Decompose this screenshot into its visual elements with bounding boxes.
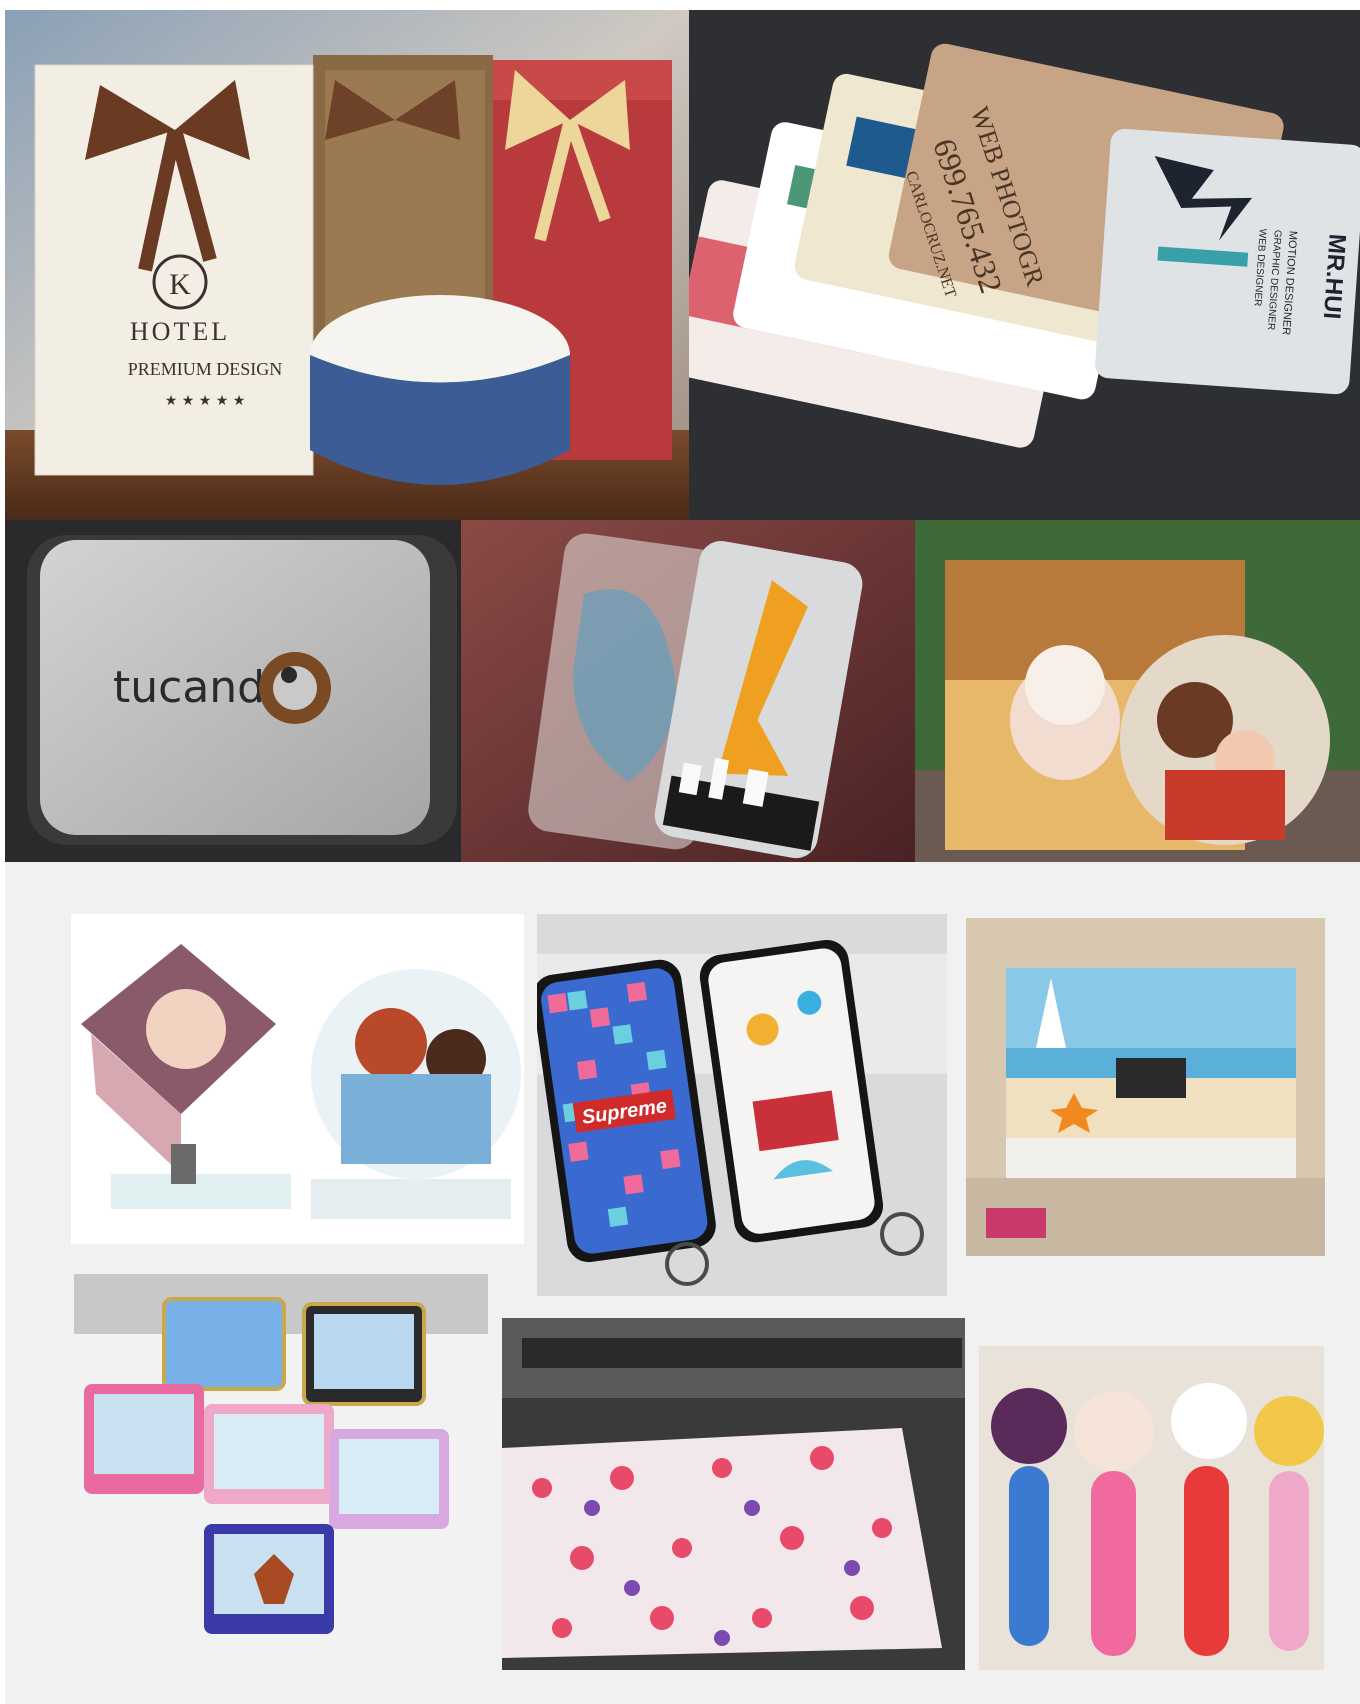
photo-gift-boxes: K HOTEL PREMIUM DESIGN ★ ★ ★ ★ ★ (5, 10, 689, 520)
photo-crystal-blocks (915, 520, 1360, 862)
photo-printed-phone-cases: Supreme (537, 914, 947, 1296)
photo-cartoon-bookmarks (979, 1346, 1324, 1670)
hotel-brand: HOTEL (130, 317, 230, 346)
photo-flatbed-printer (502, 1318, 965, 1670)
photo-wall-mural (966, 918, 1325, 1256)
photo-business-cards: WEB PHOTOGR 699.765.432 CARLOCRUZ.NET MR… (689, 10, 1360, 520)
stars: ★ ★ ★ ★ ★ (165, 393, 246, 409)
tagline: PREMIUM DESIGN (128, 359, 283, 379)
photo-crystal-cube (71, 914, 524, 1244)
photo-metal-tin: tucando (5, 520, 461, 862)
photo-clear-phone-cases (461, 520, 915, 862)
brand-letter: K (169, 268, 191, 301)
photo-printed-mini-boxes (74, 1274, 488, 1670)
